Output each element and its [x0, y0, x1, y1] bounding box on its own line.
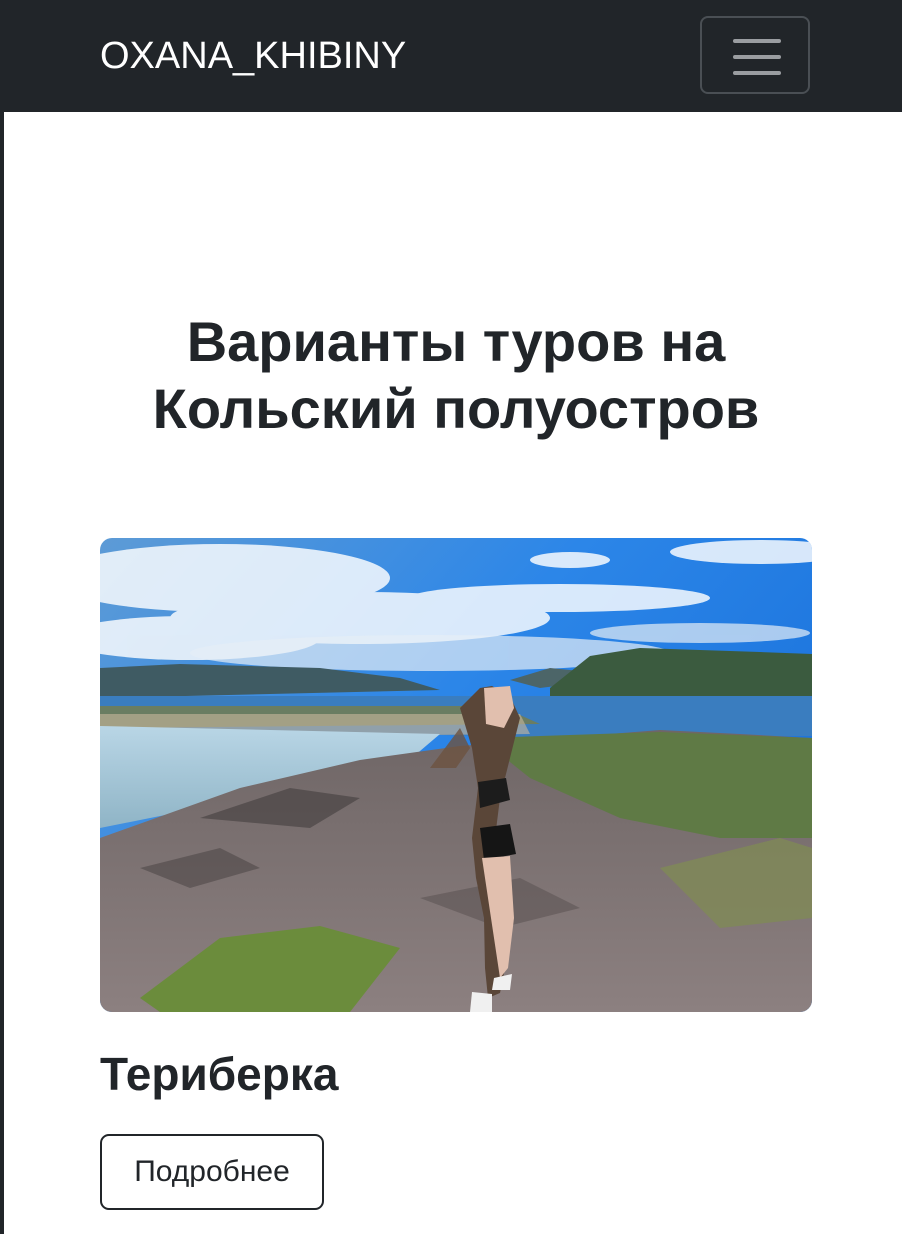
page-title: Варианты туров на Кольский полуостров: [152, 310, 760, 440]
top-navbar: OXANA_KHIBINY: [0, 0, 902, 112]
menu-toggle-button[interactable]: [700, 16, 810, 94]
brand-link[interactable]: OXANA_KHIBINY: [100, 34, 406, 78]
tour-card-title: Териберка: [100, 1048, 339, 1100]
tour-card-image: [100, 538, 812, 1012]
hamburger-menu-icon: [733, 39, 781, 75]
details-button[interactable]: Подробнее: [100, 1134, 324, 1210]
page-left-border: [0, 0, 4, 1234]
